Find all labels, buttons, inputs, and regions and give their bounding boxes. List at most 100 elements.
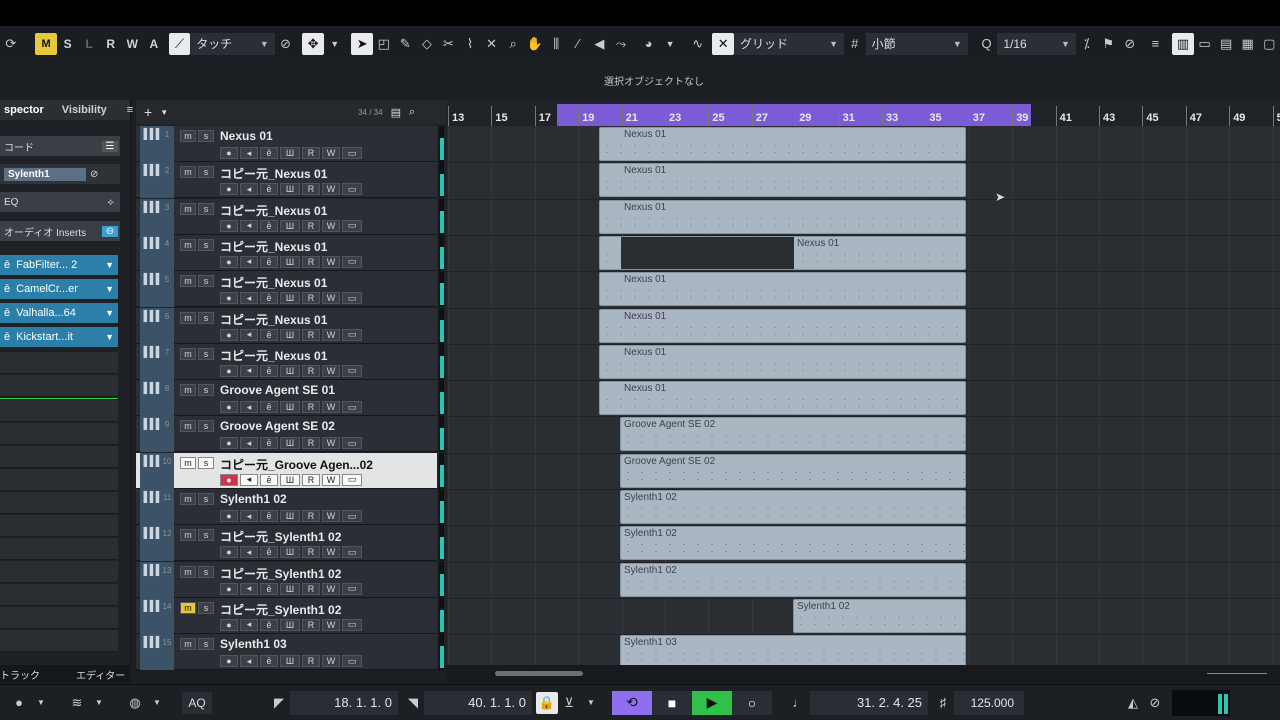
layout-right-icon[interactable]: ▤ [1215, 33, 1237, 55]
sync-icon[interactable]: ⊘ [1144, 692, 1166, 714]
suspend-icon[interactable]: ⊘ [275, 33, 297, 55]
pointer-tool-icon[interactable]: ➤ [351, 32, 373, 55]
monitor-button[interactable]: ◂ [240, 618, 258, 631]
channel-button[interactable]: ▭ [342, 582, 362, 595]
grid-type-select[interactable]: 小節 ▼ [865, 32, 968, 55]
record-enable-button[interactable]: ● [220, 292, 238, 305]
tab-visibility[interactable]: Visibility [58, 104, 111, 116]
mute-button[interactable]: m [180, 311, 196, 324]
mixer-icon[interactable]: ≡ [1145, 33, 1167, 55]
channel-button[interactable]: ▭ [342, 255, 362, 268]
solo-button[interactable]: s [198, 202, 214, 215]
track-row[interactable]: ▐▐▐ 2 m s コピー元_Nexus 01 ● ◂ ē Ш R W ▭ [136, 162, 437, 199]
monitor-button[interactable]: ◂ [240, 328, 258, 341]
solo-button[interactable]: s [198, 238, 214, 251]
metronome-icon[interactable]: ◍ [124, 692, 146, 714]
record-enable-button[interactable]: ● [220, 147, 238, 159]
channel-button[interactable]: ▭ [342, 510, 362, 522]
tempo-icon[interactable]: ♯ [932, 692, 954, 714]
track-name[interactable]: Sylenth1 03 [220, 637, 287, 651]
color-icon[interactable]: ◕ [638, 33, 660, 55]
channel-button[interactable]: ▭ [342, 546, 362, 559]
track-row[interactable]: ▐▐▐ 13 m s コピー元_Sylenth1 02 ● ◂ ē Ш R W … [136, 561, 437, 598]
quantize-apply-icon[interactable]: ⚑ [1098, 33, 1120, 55]
tab-editor[interactable]: エディター [76, 667, 125, 682]
record-enable-button[interactable]: ● [220, 183, 238, 196]
insert-slot-empty[interactable] [0, 607, 118, 629]
monitor-button[interactable]: ◂ [240, 655, 258, 668]
solo-button[interactable]: s [198, 130, 214, 142]
track-row[interactable]: ▐▐▐ 12 m s コピー元_Sylenth1 02 ● ◂ ē Ш R W … [136, 525, 437, 562]
glue-tool-icon[interactable]: ⌇ [459, 33, 481, 55]
track-name[interactable]: Groove Agent SE 01 [220, 383, 335, 397]
track-row[interactable]: ▐▐▐ 14 m s コピー元_Sylenth1 02 ● ◂ ē Ш R W … [136, 597, 437, 634]
click-icon[interactable]: ◭ [1122, 692, 1144, 714]
edit-button[interactable]: ē [260, 328, 278, 341]
channel-button[interactable]: ▭ [342, 328, 362, 341]
tab-inspector[interactable]: spector [0, 104, 48, 116]
lanes-button[interactable]: Ш [280, 618, 300, 631]
write-toggle[interactable]: W [122, 33, 144, 55]
lanes-button[interactable]: Ш [280, 546, 300, 559]
insert-slot-empty[interactable] [0, 446, 118, 468]
track-name[interactable]: コピー元_Groove Agen...02 [220, 456, 373, 473]
record-enable-button[interactable]: ● [220, 255, 238, 268]
inserts-row[interactable]: オーディオ Inserts ⊖ [0, 221, 120, 241]
list-icon[interactable]: ☰ [102, 140, 118, 152]
midi-part[interactable]: Nexus 01 [599, 199, 966, 234]
solo-button[interactable]: s [198, 456, 214, 469]
mute-button[interactable]: m [180, 166, 196, 179]
horizontal-scrollbar[interactable] [447, 665, 1280, 683]
read-button[interactable]: R [302, 655, 320, 668]
write-button[interactable]: W [322, 473, 340, 486]
edit-button[interactable]: ē [260, 147, 278, 159]
solo-button[interactable]: s [198, 565, 214, 578]
track-name[interactable]: Sylenth1 02 [220, 492, 287, 506]
edit-button[interactable]: ē [260, 582, 278, 595]
punch-icon[interactable]: ⊻ [558, 692, 580, 714]
search-icon[interactable]: ⌕ [409, 106, 415, 119]
mute-button[interactable]: m [180, 384, 196, 397]
left-locator-icon[interactable]: ◤ [268, 692, 290, 714]
read-toggle[interactable]: R [100, 33, 122, 55]
chevron-down-icon[interactable]: ▼ [30, 692, 52, 714]
insert-slot-2[interactable]: ē CamelCr...er ▼ [0, 279, 118, 299]
lanes-button[interactable]: Ш [280, 255, 300, 268]
edit-button[interactable]: ē [260, 655, 278, 668]
chevron-down-icon[interactable]: ▼ [105, 284, 114, 294]
auto-scroll-icon[interactable]: ∿ [687, 33, 709, 55]
play-tool-icon[interactable]: ◀ [589, 33, 611, 55]
read-button[interactable]: R [302, 582, 320, 595]
track-name[interactable]: コピー元_Sylenth1 02 [220, 528, 341, 545]
scissors-tool-icon[interactable]: ✂ [438, 33, 460, 55]
play-button[interactable]: ▶ [692, 690, 732, 715]
midi-part[interactable]: Groove Agent SE 02 [620, 453, 966, 488]
write-button[interactable]: W [322, 655, 340, 668]
insert-slot-empty[interactable] [0, 469, 118, 491]
track-row[interactable]: ▐▐▐ 5 m s コピー元_Nexus 01 ● ◂ ē Ш R W ▭ [136, 271, 437, 308]
solo-button[interactable]: s [198, 347, 214, 360]
snap-icon[interactable]: ✕ [712, 32, 734, 55]
midi-part[interactable]: Nexus 01 [599, 272, 966, 307]
right-locator-field[interactable]: 40. 1. 1. 0 [424, 690, 532, 715]
position-display[interactable]: 31. 2. 4. 25 [810, 690, 928, 715]
midi-part[interactable]: Sylenth1 02 [793, 598, 966, 633]
channel-button[interactable]: ▭ [342, 401, 362, 414]
midi-part[interactable]: Nexus 01 [599, 344, 966, 379]
track-row[interactable]: ▐▐▐ 7 m s コピー元_Nexus 01 ● ◂ ē Ш R W ▭ [136, 343, 437, 380]
write-button[interactable]: W [322, 255, 340, 268]
mute-button[interactable]: m [180, 565, 196, 578]
monitor-button[interactable]: ◂ [240, 582, 258, 595]
record-enable-button[interactable]: ● [220, 582, 238, 595]
eq-toggle-icon[interactable]: ⟡ [107, 197, 114, 208]
channel-button[interactable]: ▭ [342, 183, 362, 196]
read-button[interactable]: R [302, 255, 320, 268]
record-enable-button[interactable]: ● [220, 510, 238, 522]
range-tool-icon[interactable]: ◰ [373, 33, 395, 55]
line-tool-icon[interactable]: ⁄ [567, 33, 589, 55]
monitor-button[interactable]: ◂ [240, 183, 258, 196]
insert-slot-empty[interactable] [0, 352, 118, 374]
write-button[interactable]: W [322, 582, 340, 595]
edit-instrument-icon[interactable]: ⊘ [90, 169, 98, 180]
mute-button[interactable]: m [180, 420, 196, 433]
